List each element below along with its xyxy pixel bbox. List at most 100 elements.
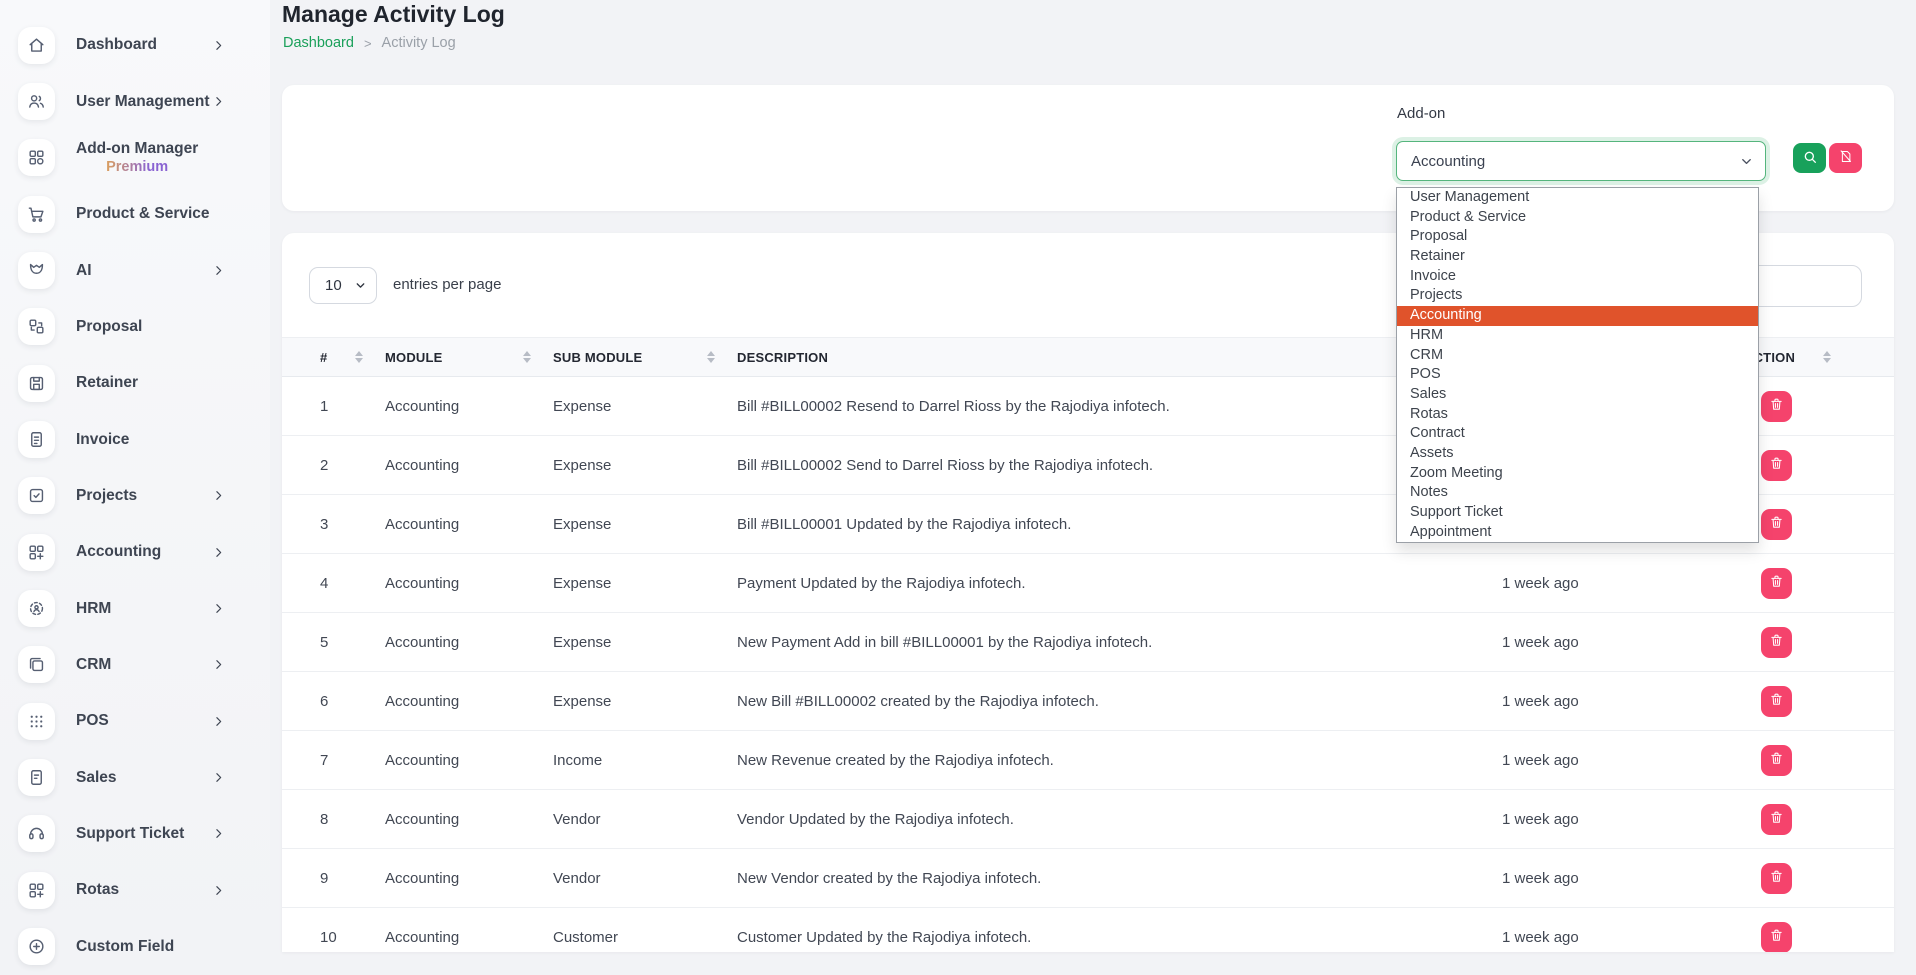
column-header-module[interactable]: MODULE bbox=[377, 338, 545, 376]
addon-option-user-management[interactable]: User Management bbox=[1397, 188, 1758, 208]
delete-button[interactable] bbox=[1761, 686, 1792, 717]
addon-option-support-ticket[interactable]: Support Ticket bbox=[1397, 503, 1758, 523]
sidebar-item-product-service[interactable]: Product & Service bbox=[0, 186, 270, 242]
breadcrumb-dashboard-link[interactable]: Dashboard bbox=[283, 35, 354, 51]
table-row: 10AccountingCustomerCustomer Updated by … bbox=[282, 908, 1894, 952]
cell-module: Accounting bbox=[377, 908, 545, 952]
addon-option-crm[interactable]: CRM bbox=[1397, 346, 1758, 366]
support-ticket-icon bbox=[18, 815, 55, 852]
addon-option-hrm[interactable]: HRM bbox=[1397, 326, 1758, 346]
delete-button[interactable] bbox=[1761, 804, 1792, 835]
sidebar-item-retainer[interactable]: Retainer bbox=[0, 355, 270, 411]
addon-option-notes[interactable]: Notes bbox=[1397, 483, 1758, 503]
search-button[interactable] bbox=[1793, 143, 1826, 173]
projects-icon bbox=[18, 477, 55, 514]
addon-option-invoice[interactable]: Invoice bbox=[1397, 267, 1758, 287]
trash-icon bbox=[1769, 633, 1784, 651]
addon-option-product-service[interactable]: Product & Service bbox=[1397, 208, 1758, 228]
users-icon bbox=[18, 83, 55, 120]
trash-icon bbox=[1769, 751, 1784, 769]
chevron-right-icon bbox=[212, 264, 225, 277]
cell-sub-module: Expense bbox=[545, 672, 729, 730]
addon-option-retainer[interactable]: Retainer bbox=[1397, 247, 1758, 267]
chevron-right-icon bbox=[212, 884, 225, 897]
sidebar-item-pos[interactable]: POS bbox=[0, 693, 270, 749]
sidebar-item-crm[interactable]: CRM bbox=[0, 637, 270, 693]
chevron-right-icon bbox=[212, 715, 225, 728]
table-row: 5AccountingExpenseNew Payment Add in bil… bbox=[282, 613, 1894, 672]
addon-option-zoom-meeting[interactable]: Zoom Meeting bbox=[1397, 464, 1758, 484]
trash-icon bbox=[1769, 869, 1784, 887]
sidebar-item-user-management[interactable]: User Management bbox=[0, 73, 270, 129]
cell-description: New Vendor created by the Rajodiya infot… bbox=[729, 849, 1394, 907]
sort-arrows-icon bbox=[707, 351, 715, 364]
chevron-right-icon bbox=[212, 827, 225, 840]
sidebar-item-label: Support Ticket bbox=[76, 825, 184, 843]
column-header-sub-module[interactable]: SUB MODULE bbox=[545, 338, 729, 376]
addon-option-accounting[interactable]: Accounting bbox=[1397, 306, 1758, 326]
cell-description: Bill #BILL00002 Send to Darrel Rioss by … bbox=[729, 436, 1394, 494]
cell-date: 1 week ago bbox=[1394, 554, 1624, 612]
sidebar-item-accounting[interactable]: Accounting bbox=[0, 524, 270, 580]
proposal-icon bbox=[18, 308, 55, 345]
sidebar-item-hrm[interactable]: HRM bbox=[0, 580, 270, 636]
sidebar-item-label: CRM bbox=[76, 656, 111, 674]
addon-select[interactable]: Accounting bbox=[1396, 141, 1766, 181]
cell-action bbox=[1624, 790, 1864, 848]
cell-action bbox=[1624, 731, 1864, 789]
sidebar-item-projects[interactable]: Projects bbox=[0, 468, 270, 524]
sidebar-item-dashboard[interactable]: Dashboard bbox=[0, 17, 270, 73]
cell-action bbox=[1624, 672, 1864, 730]
cell-sub-module: Customer bbox=[545, 908, 729, 952]
cell-date: 1 week ago bbox=[1394, 731, 1624, 789]
chevron-right-icon bbox=[212, 602, 225, 615]
table-row: 8AccountingVendorVendor Updated by the R… bbox=[282, 790, 1894, 849]
cell-index: 1 bbox=[312, 377, 377, 435]
addon-option-contract[interactable]: Contract bbox=[1397, 424, 1758, 444]
cell-sub-module: Expense bbox=[545, 495, 729, 553]
delete-button[interactable] bbox=[1761, 391, 1792, 422]
sidebar-item-invoice[interactable]: Invoice bbox=[0, 411, 270, 467]
entries-per-page-select[interactable]: 10 bbox=[309, 267, 377, 304]
cell-module: Accounting bbox=[377, 613, 545, 671]
sidebar-item-ai[interactable]: AI bbox=[0, 242, 270, 298]
sidebar-item-rotas[interactable]: Rotas bbox=[0, 862, 270, 918]
activity-log-page: { "page": { "title": "Manage Activity Lo… bbox=[0, 0, 1916, 952]
trash-icon bbox=[1769, 574, 1784, 592]
delete-button[interactable] bbox=[1761, 627, 1792, 658]
addon-option-assets[interactable]: Assets bbox=[1397, 444, 1758, 464]
addon-option-sales[interactable]: Sales bbox=[1397, 385, 1758, 405]
trash-icon bbox=[1769, 692, 1784, 710]
sidebar-item-sales[interactable]: Sales bbox=[0, 749, 270, 805]
cell-description: Vendor Updated by the Rajodiya infotech. bbox=[729, 790, 1394, 848]
breadcrumb: Dashboard > Activity Log bbox=[283, 35, 456, 51]
sidebar-item-add-on-manager[interactable]: Add-on ManagerPremium bbox=[0, 130, 270, 186]
cell-index: 4 bbox=[312, 554, 377, 612]
addon-select-value: Accounting bbox=[1411, 153, 1485, 170]
addon-option-projects[interactable]: Projects bbox=[1397, 286, 1758, 306]
delete-button[interactable] bbox=[1761, 745, 1792, 776]
delete-button[interactable] bbox=[1761, 922, 1792, 953]
addon-option-proposal[interactable]: Proposal bbox=[1397, 227, 1758, 247]
cell-description: Bill #BILL00001 Updated by the Rajodiya … bbox=[729, 495, 1394, 553]
addon-option-pos[interactable]: POS bbox=[1397, 365, 1758, 385]
entries-per-page-value: 10 bbox=[325, 277, 342, 294]
sort-arrows-icon bbox=[523, 351, 531, 364]
delete-button[interactable] bbox=[1761, 863, 1792, 894]
reset-filter-button[interactable] bbox=[1829, 143, 1862, 173]
addon-option-rotas[interactable]: Rotas bbox=[1397, 405, 1758, 425]
addon-option-appointment[interactable]: Appointment bbox=[1397, 523, 1758, 543]
delete-button[interactable] bbox=[1761, 509, 1792, 540]
sidebar-item-support-ticket[interactable]: Support Ticket bbox=[0, 806, 270, 862]
column-header-index[interactable]: # bbox=[312, 338, 377, 376]
sidebar-item-proposal[interactable]: Proposal bbox=[0, 299, 270, 355]
sidebar-item-custom-field[interactable]: Custom Field bbox=[0, 919, 270, 975]
delete-button[interactable] bbox=[1761, 450, 1792, 481]
delete-button[interactable] bbox=[1761, 568, 1792, 599]
cell-action bbox=[1624, 908, 1864, 952]
chevron-down-icon bbox=[1739, 154, 1754, 169]
crm-icon bbox=[18, 646, 55, 683]
cart-icon bbox=[18, 196, 55, 233]
trash-icon bbox=[1769, 456, 1784, 474]
sort-arrows-icon bbox=[355, 351, 363, 364]
